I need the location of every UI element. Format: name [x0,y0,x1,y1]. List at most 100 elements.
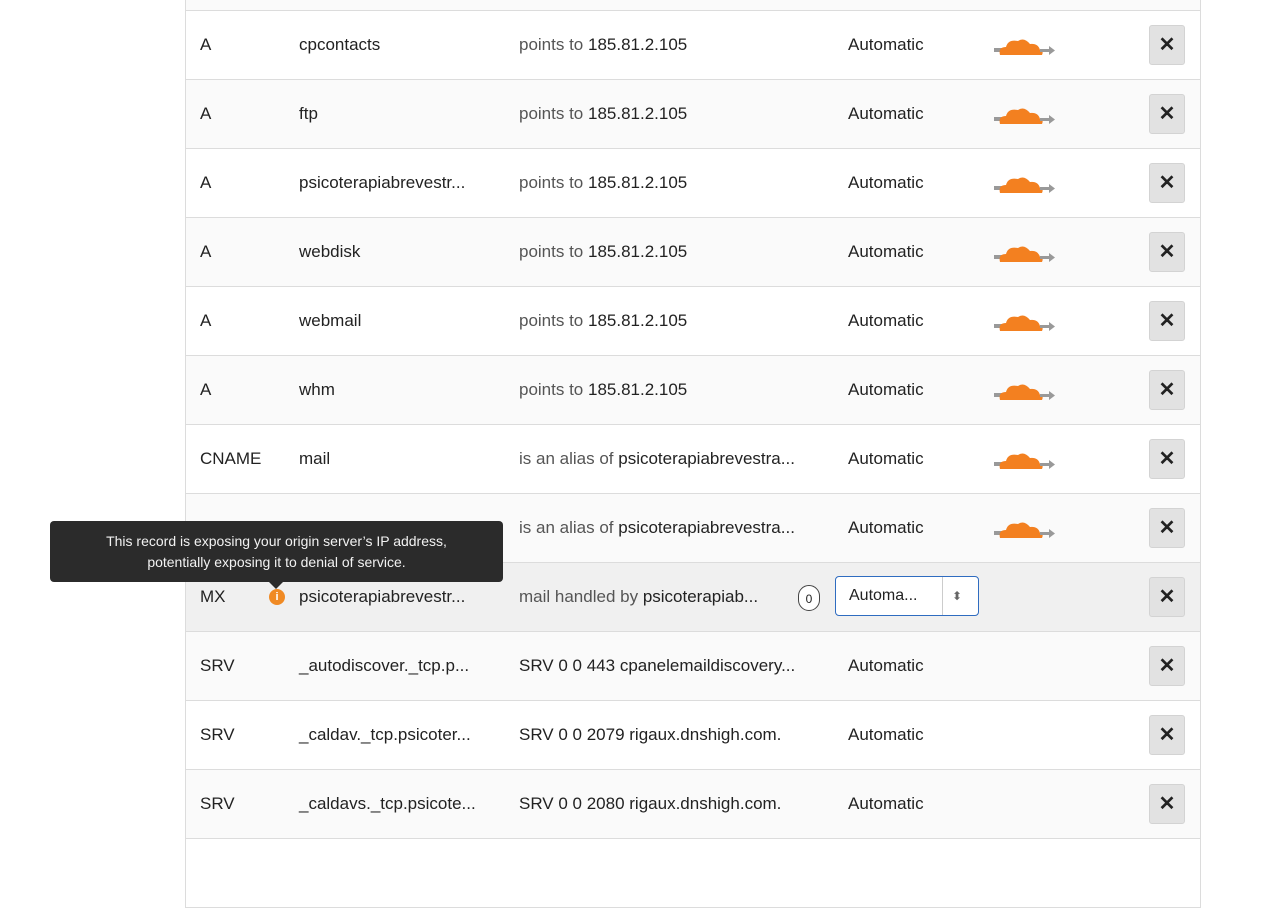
delete-record-button[interactable]: ✕ [1149,784,1185,824]
table-row: SRV _autodiscover._tcp.p... SRV 0 0 443 … [186,632,1200,701]
record-name[interactable]: cpcontacts [299,11,380,79]
delete-record-button[interactable]: ✕ [1149,439,1185,479]
table-row [186,839,1200,908]
record-type: A [200,104,212,123]
record-value[interactable]: points to 185.81.2.105 [519,149,687,217]
delete-record-button[interactable]: ✕ [1149,301,1185,341]
ttl-select[interactable]: Automa... ⬍ [835,576,979,616]
proxied-cloud-icon[interactable] [994,311,1056,335]
record-type: CNAME [200,449,262,468]
record-type: A [200,380,212,399]
record-ttl[interactable]: Automatic [848,770,924,838]
table-row: A whm points to 185.81.2.105 Automatic ✕ [186,356,1200,425]
record-value[interactable]: is an alias of psicoterapiabrevestra... [519,425,795,493]
delete-record-button[interactable]: ✕ [1149,94,1185,134]
value-prefix: is an alias of [519,518,614,537]
table-row: A cpcontacts points to 185.81.2.105 Auto… [186,11,1200,80]
value-content: 185.81.2.105 [588,173,688,192]
record-ttl[interactable]: Automatic [848,149,924,217]
record-value[interactable]: SRV 0 0 2080 rigaux.dnshigh.com. [519,770,781,838]
value-prefix: points to [519,311,584,330]
record-type: SRV [200,725,235,744]
ttl-select-divider [942,577,943,615]
tooltip-line: This record is exposing your origin serv… [106,533,447,549]
record-type: SRV [200,794,235,813]
record-type: SRV [200,656,235,675]
record-value[interactable]: points to 185.81.2.105 [519,218,687,286]
proxied-cloud-icon[interactable] [994,173,1056,197]
record-name[interactable]: _caldav._tcp.psicoter... [299,701,471,769]
value-prefix: points to [519,104,584,123]
value-content: 185.81.2.105 [588,242,688,261]
select-arrows-icon: ⬍ [952,589,963,603]
record-value[interactable]: points to 185.81.2.105 [519,11,687,79]
record-ttl[interactable]: Automatic [848,425,924,493]
record-ttl[interactable]: Automatic [848,11,924,79]
record-name[interactable]: _caldavs._tcp.psicote... [299,770,476,838]
record-ttl[interactable]: Automatic [848,701,924,769]
proxied-cloud-icon[interactable] [994,35,1056,59]
record-type: A [200,173,212,192]
priority-badge[interactable]: 0 [798,585,820,611]
value-prefix: points to [519,173,584,192]
record-value[interactable]: SRV 0 0 443 cpanelemaildiscovery... [519,632,795,700]
value-content: psicoterapiabrevestra... [618,449,795,468]
record-name[interactable]: _autodiscover._tcp.p... [299,632,469,700]
proxied-cloud-icon[interactable] [994,242,1056,266]
record-name[interactable]: mail [299,425,330,493]
delete-record-button[interactable]: ✕ [1149,370,1185,410]
record-value[interactable]: mail handled by psicoterapiab... [519,563,758,631]
record-type: A [200,35,212,54]
value-content: psicoterapiabrevestra... [618,518,795,537]
proxied-cloud-icon[interactable] [994,518,1056,542]
record-name[interactable]: webdisk [299,218,360,286]
table-row: A webmail points to 185.81.2.105 Automat… [186,287,1200,356]
record-type: A [200,242,212,261]
record-name[interactable]: webmail [299,287,361,355]
record-value[interactable]: points to 185.81.2.105 [519,287,687,355]
delete-record-button[interactable]: ✕ [1149,508,1185,548]
table-row: SRV _caldav._tcp.psicoter... SRV 0 0 207… [186,701,1200,770]
table-row: CNAME mail is an alias of psicoterapiabr… [186,425,1200,494]
delete-record-button[interactable]: ✕ [1149,25,1185,65]
table-row [186,0,1200,11]
record-ttl[interactable]: Automatic [848,632,924,700]
record-value[interactable]: points to 185.81.2.105 [519,356,687,424]
proxied-cloud-icon[interactable] [994,104,1056,128]
proxied-cloud-icon[interactable] [994,380,1056,404]
table-row: A ftp points to 185.81.2.105 Automatic ✕ [186,80,1200,149]
value-content: 185.81.2.105 [588,35,688,54]
record-value[interactable]: SRV 0 0 2079 rigaux.dnshigh.com. [519,701,781,769]
record-name[interactable]: psicoterapiabrevestr... [299,149,465,217]
delete-record-button[interactable]: ✕ [1149,646,1185,686]
value-content: 185.81.2.105 [588,380,688,399]
delete-record-button[interactable]: ✕ [1149,163,1185,203]
record-ttl[interactable]: Automatic [848,494,924,562]
value-prefix: points to [519,35,584,54]
record-name[interactable]: whm [299,356,335,424]
value-content: psicoterapiab... [642,587,759,606]
dns-records-table: A cpcontacts points to 185.81.2.105 Auto… [185,0,1201,908]
record-ttl[interactable]: Automatic [848,356,924,424]
warning-info-icon[interactable]: i [269,589,285,605]
record-value[interactable]: points to 185.81.2.105 [519,80,687,148]
delete-record-button[interactable]: ✕ [1149,715,1185,755]
record-ttl[interactable]: Automatic [848,218,924,286]
value-content: 185.81.2.105 [588,104,688,123]
record-name[interactable]: ftp [299,80,318,148]
record-type: A [200,311,212,330]
ttl-select-value: Automa... [849,587,918,604]
record-ttl[interactable]: Automatic [848,287,924,355]
record-value[interactable]: is an alias of psicoterapiabrevestra... [519,494,795,562]
delete-record-button[interactable]: ✕ [1149,577,1185,617]
value-prefix: is an alias of [519,449,614,468]
value-prefix: points to [519,242,584,261]
table-row: SRV _caldavs._tcp.psicote... SRV 0 0 208… [186,770,1200,839]
delete-record-button[interactable]: ✕ [1149,232,1185,272]
table-row: A psicoterapiabrevestr... points to 185.… [186,149,1200,218]
proxied-cloud-icon[interactable] [994,449,1056,473]
record-ttl[interactable]: Automatic [848,80,924,148]
value-content: 185.81.2.105 [588,311,688,330]
value-prefix: points to [519,380,584,399]
table-row: A webdisk points to 185.81.2.105 Automat… [186,218,1200,287]
